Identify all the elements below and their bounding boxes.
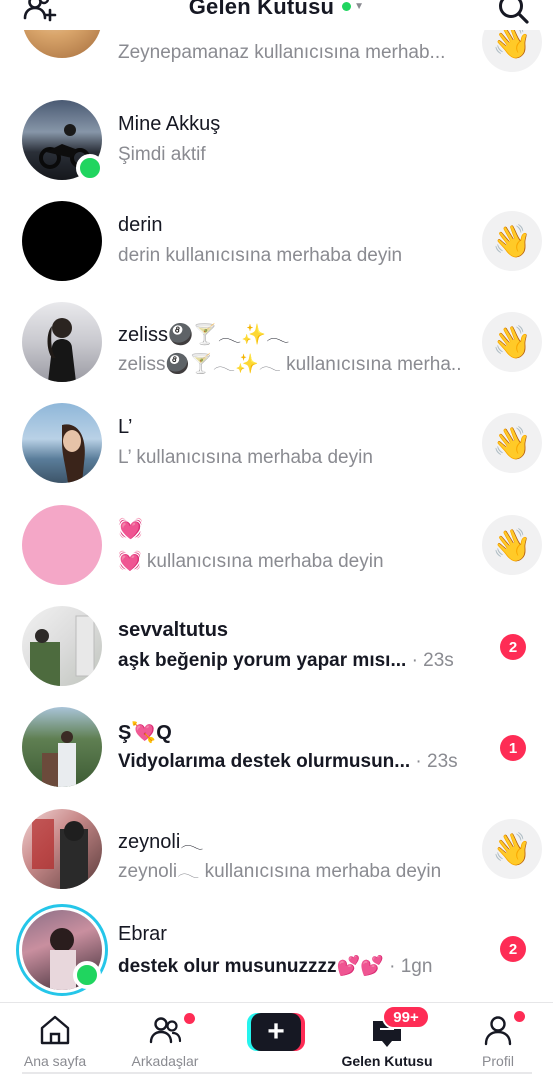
avatar xyxy=(16,904,108,996)
conversation-row[interactable]: Ebrar destek olur musunuzzzz💕💕 · 1gn 2 xyxy=(0,904,553,1010)
avatar xyxy=(22,809,102,889)
conversation-message: aşk beğenip yorum yapar mısı... xyxy=(118,650,407,671)
online-indicator xyxy=(76,154,104,182)
conversation-subtitle: Zeynepamanaz kullanıcısına merhab... xyxy=(118,42,446,63)
create-button[interactable]: + xyxy=(247,1013,305,1051)
conversation-name: derin xyxy=(118,214,163,236)
conversation-row[interactable]: Ş💘Q Vidyolarıma destek olurmusun... · 23… xyxy=(0,707,553,807)
conversation-time: · 1gn xyxy=(389,956,433,977)
avatar xyxy=(22,606,102,686)
conversation-subtitle: aşk beğenip yorum yapar mısı... · 23s xyxy=(118,650,454,672)
conversation-subtitle: Şimdi aktif xyxy=(118,144,206,165)
inbox-badge: 99+ xyxy=(382,1005,430,1029)
chevron-down-icon: ▼ xyxy=(354,0,365,12)
wave-button[interactable]: 👋 xyxy=(482,413,542,473)
conversation-name: Ebrar xyxy=(118,923,167,945)
conversation-name: zeynoli𓂃 xyxy=(118,831,204,853)
conversation-subtitle: derin kullanıcısına merhaba deyin xyxy=(118,245,403,266)
conversation-name: L’ xyxy=(118,416,133,438)
avatar xyxy=(22,201,102,281)
wave-button[interactable]: 👋 xyxy=(482,515,542,575)
unread-badge: 2 xyxy=(500,936,526,962)
nav-inbox-label: Gelen Kutusu xyxy=(341,1053,433,1069)
plus-icon: + xyxy=(267,1015,285,1048)
conversation-subtitle: L’ kullanıcısına merhaba deyin xyxy=(118,447,373,468)
conversation-subtitle: 💓 kullanıcısına merhaba deyin xyxy=(118,551,384,572)
conversation-name: zeliss🎱🍸𓂃✨𓂃 xyxy=(118,324,290,346)
wave-icon: 👋 xyxy=(492,323,532,361)
bottom-nav: Ana sayfa Arkadaşlar + Gelen Kutusu 99+ … xyxy=(0,1002,553,1080)
home-icon xyxy=(38,1013,72,1047)
conversation-row[interactable]: zeynoli𓂃 zeynoli𓂃 kullanıcısına merhaba … xyxy=(0,809,553,909)
home-indicator xyxy=(22,1072,532,1074)
conversation-row[interactable]: L’ L’ kullanıcısına merhaba deyin 👋 xyxy=(0,403,553,503)
notification-dot xyxy=(514,1011,525,1022)
avatar xyxy=(22,302,102,382)
conversation-row[interactable]: derin derin kullanıcısına merhaba deyin … xyxy=(0,201,553,301)
nav-friends-label: Arkadaşlar xyxy=(131,1053,199,1069)
wave-icon: 👋 xyxy=(492,222,532,260)
conversation-name: Mine Akkuş xyxy=(118,113,221,135)
online-indicator xyxy=(73,961,101,989)
friends-icon xyxy=(148,1013,182,1047)
profile-icon xyxy=(481,1013,515,1047)
nav-home-label: Ana sayfa xyxy=(23,1053,87,1069)
wave-button[interactable]: 👋 xyxy=(482,819,542,879)
page-title-text: Gelen Kutusu xyxy=(188,0,335,19)
wave-icon: 👋 xyxy=(492,526,532,564)
conversation-name: Ş💘Q xyxy=(118,722,172,744)
notification-dot xyxy=(184,1013,195,1024)
wave-icon: 👋 xyxy=(492,424,532,462)
conversation-name: sevvaltutus xyxy=(118,619,229,641)
conversation-subtitle: destek olur musunuzzzz💕💕 · 1gn xyxy=(118,954,432,978)
unread-badge: 1 xyxy=(500,735,526,761)
avatar xyxy=(22,403,102,483)
conversation-name: 💓 xyxy=(118,516,143,540)
avatar xyxy=(22,707,102,787)
top-bar: Gelen Kutusu ▼ xyxy=(0,0,553,30)
avatar xyxy=(22,100,104,182)
avatar xyxy=(22,505,102,585)
nav-profile-label: Profil xyxy=(482,1053,514,1069)
conversation-subtitle: zeynoli𓂃 kullanıcısına merhaba deyin xyxy=(118,861,442,882)
conversation-row[interactable]: 💓 💓 kullanıcısına merhaba deyin 👋 xyxy=(0,505,553,605)
search-icon[interactable] xyxy=(497,0,531,26)
conversation-time: · 23s xyxy=(415,751,458,772)
conversation-message: Vidyolarıma destek olurmusun... xyxy=(118,751,411,772)
wave-button[interactable]: 👋 xyxy=(482,211,542,271)
conversation-subtitle: Vidyolarıma destek olurmusun... · 23s xyxy=(118,751,458,773)
wave-icon: 👋 xyxy=(492,830,532,868)
conversation-time: · 23s xyxy=(411,650,454,671)
conversation-row[interactable]: sevvaltutus aşk beğenip yorum yapar mısı… xyxy=(0,606,553,706)
conversation-row[interactable]: zeliss🎱🍸𓂃✨𓂃 zeliss🎱🍸𓂃✨𓂃 kullanıcısına me… xyxy=(0,302,553,402)
unread-badge: 2 xyxy=(500,634,526,660)
conversation-message: destek olur musunuzzzz💕💕 xyxy=(118,956,384,977)
conversation-subtitle: zeliss🎱🍸𓂃✨𓂃 kullanıcısına merha... xyxy=(118,354,463,375)
status-dot xyxy=(342,1,352,11)
wave-button[interactable]: 👋 xyxy=(482,312,542,372)
page-title[interactable]: Gelen Kutusu ▼ xyxy=(0,0,553,20)
conversation-row[interactable]: Mine Akkuş Şimdi aktif xyxy=(0,100,553,200)
